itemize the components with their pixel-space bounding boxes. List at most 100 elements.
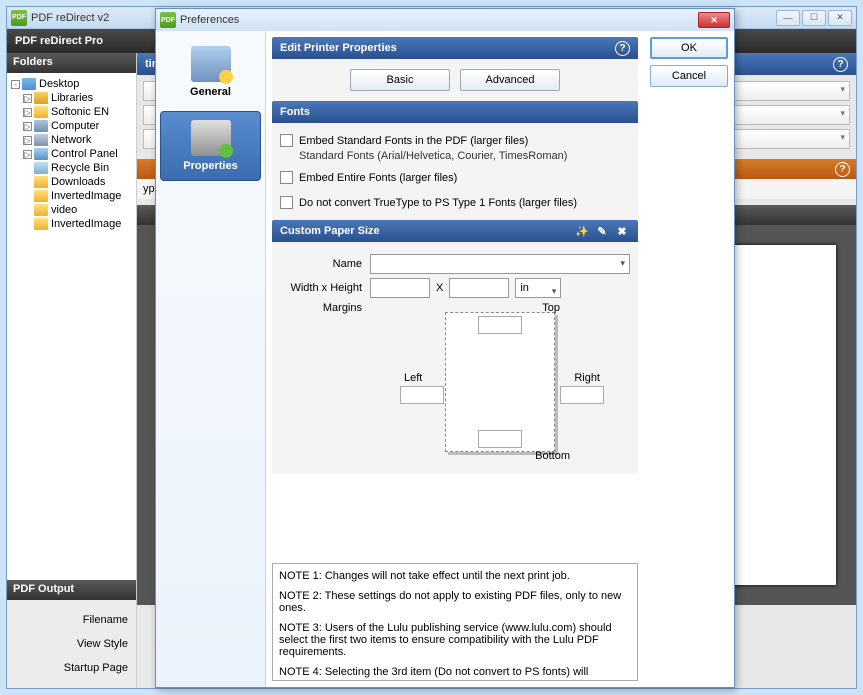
- name-label: Name: [280, 258, 370, 270]
- pdf-output-header: PDF Output: [7, 580, 136, 600]
- output-row: Startup Page: [11, 656, 132, 680]
- notes-textarea[interactable]: NOTE 1: Changes will not take effect unt…: [272, 563, 638, 681]
- folder-icon: [34, 176, 48, 188]
- note-line: NOTE 2: These settings do not apply to e…: [279, 590, 631, 614]
- dialog-close-button[interactable]: ✕: [698, 12, 730, 28]
- basic-tab[interactable]: Basic: [350, 69, 450, 91]
- tree-item[interactable]: Recycle Bin: [9, 161, 134, 175]
- category-general[interactable]: General: [160, 37, 261, 107]
- folder-icon: [34, 190, 48, 202]
- dialog-buttons: OK Cancel: [644, 31, 734, 687]
- tree-item[interactable]: ▷ Softonic EN: [9, 105, 134, 119]
- app-icon: PDF: [11, 10, 27, 26]
- checkbox-icon[interactable]: [280, 171, 293, 184]
- tree-item[interactable]: video: [9, 203, 134, 217]
- recycle-icon: [34, 162, 48, 174]
- tree-label: InvertedImage: [51, 190, 121, 202]
- expander-icon[interactable]: ▷: [23, 136, 32, 145]
- cpanel-icon: [34, 148, 48, 160]
- dialog-categories: General Properties: [156, 31, 266, 687]
- x-label: X: [430, 282, 449, 294]
- category-label: Properties: [183, 160, 237, 172]
- tree-label: InvertedImage: [51, 218, 121, 230]
- expander-icon[interactable]: ▷: [23, 150, 32, 159]
- expander-icon[interactable]: ▷: [23, 108, 32, 117]
- checkbox-icon[interactable]: [280, 196, 293, 209]
- dialog-titlebar[interactable]: PDF Preferences ✕: [156, 9, 734, 31]
- help-icon[interactable]: ?: [615, 41, 630, 56]
- paper-header: Custom Paper Size ✨ ✎ ✖: [272, 220, 638, 242]
- category-label: General: [190, 86, 231, 98]
- top-label: Top: [542, 302, 560, 314]
- general-icon: [191, 46, 231, 82]
- dialog-title: Preferences: [180, 14, 239, 26]
- comp-icon: [34, 120, 48, 132]
- margin-right-input[interactable]: [560, 386, 604, 404]
- tree-item[interactable]: Downloads: [9, 175, 134, 189]
- props-icon: [191, 120, 231, 156]
- tree-label: video: [51, 204, 77, 216]
- folder-tree[interactable]: -Desktop▷Libraries▷Softonic EN▷Computer▷…: [7, 73, 136, 293]
- desktop-icon: [22, 78, 36, 90]
- dialog-main: Edit Printer Properties ? Basic Advanced…: [266, 31, 644, 687]
- tree-label: Network: [51, 134, 91, 146]
- note-line: NOTE 3: Users of the Lulu publishing ser…: [279, 622, 631, 658]
- help-icon[interactable]: ?: [835, 162, 850, 177]
- edit-printer-header: Edit Printer Properties ?: [272, 37, 638, 59]
- tree-item[interactable]: InvertedImage: [9, 217, 134, 231]
- tree-item[interactable]: ▷Libraries: [9, 91, 134, 105]
- tree-item[interactable]: ▷ Computer: [9, 119, 134, 133]
- category-properties[interactable]: Properties: [160, 111, 261, 181]
- net-icon: [34, 134, 48, 146]
- tree-label: Control Panel: [51, 148, 118, 160]
- embed-standard-label: Embed Standard Fonts in the PDF (larger …: [299, 135, 528, 147]
- left-column: Folders -Desktop▷Libraries▷Softonic EN▷C…: [7, 53, 137, 688]
- delete-paper-icon[interactable]: ✖: [614, 223, 630, 239]
- note-line: NOTE 4: Selecting the 3rd item (Do not c…: [279, 666, 631, 678]
- fonts-header: Fonts: [272, 101, 638, 123]
- left-label: Left: [404, 372, 422, 384]
- tree-item[interactable]: ▷ Network: [9, 133, 134, 147]
- margin-left-input[interactable]: [400, 386, 444, 404]
- embed-entire-row[interactable]: Embed Entire Fonts (larger files): [280, 168, 630, 187]
- tree-item[interactable]: ▷ Control Panel: [9, 147, 134, 161]
- tree-label: Computer: [51, 120, 99, 132]
- tree-label: Recycle Bin: [51, 162, 109, 174]
- new-paper-icon[interactable]: ✨: [574, 223, 590, 239]
- standard-fonts-sublabel: Standard Fonts (Arial/Helvetica, Courier…: [280, 150, 630, 162]
- minimize-button[interactable]: —: [776, 10, 800, 26]
- right-label: Right: [574, 372, 600, 384]
- margin-top-input[interactable]: [478, 316, 522, 334]
- margin-bottom-input[interactable]: [478, 430, 522, 448]
- no-convert-row[interactable]: Do not convert TrueType to PS Type 1 Fon…: [280, 193, 630, 212]
- folder-icon: [34, 204, 48, 216]
- cancel-button[interactable]: Cancel: [650, 65, 728, 87]
- pdf-output-body: FilenameView StyleStartup Page: [7, 600, 136, 688]
- help-icon[interactable]: ?: [833, 57, 848, 72]
- tree-label: Softonic EN: [51, 106, 109, 118]
- embed-standard-row[interactable]: Embed Standard Fonts in the PDF (larger …: [280, 131, 630, 150]
- paper-name-dropdown[interactable]: [370, 254, 630, 274]
- close-button[interactable]: ✕: [828, 10, 852, 26]
- edit-paper-icon[interactable]: ✎: [594, 223, 610, 239]
- output-row: View Style: [11, 632, 132, 656]
- tree-item[interactable]: InvertedImage: [9, 189, 134, 203]
- folder-icon: [34, 218, 48, 230]
- output-row: Filename: [11, 608, 132, 632]
- ok-button[interactable]: OK: [650, 37, 728, 59]
- checkbox-icon[interactable]: [280, 134, 293, 147]
- note-line: NOTE 1: Changes will not take effect unt…: [279, 570, 631, 582]
- expander-icon[interactable]: ▷: [23, 94, 32, 103]
- expander-icon[interactable]: ▷: [23, 122, 32, 131]
- advanced-tab[interactable]: Advanced: [460, 69, 560, 91]
- width-input[interactable]: [370, 278, 430, 298]
- lib-icon: [34, 92, 48, 104]
- tree-item[interactable]: -Desktop: [9, 77, 134, 91]
- folder-icon: [34, 106, 48, 118]
- height-input[interactable]: [449, 278, 509, 298]
- unit-dropdown[interactable]: in: [515, 278, 561, 298]
- expander-icon[interactable]: -: [11, 80, 20, 89]
- no-convert-label: Do not convert TrueType to PS Type 1 Fon…: [299, 197, 577, 209]
- maximize-button[interactable]: ☐: [802, 10, 826, 26]
- tree-label: Downloads: [51, 176, 105, 188]
